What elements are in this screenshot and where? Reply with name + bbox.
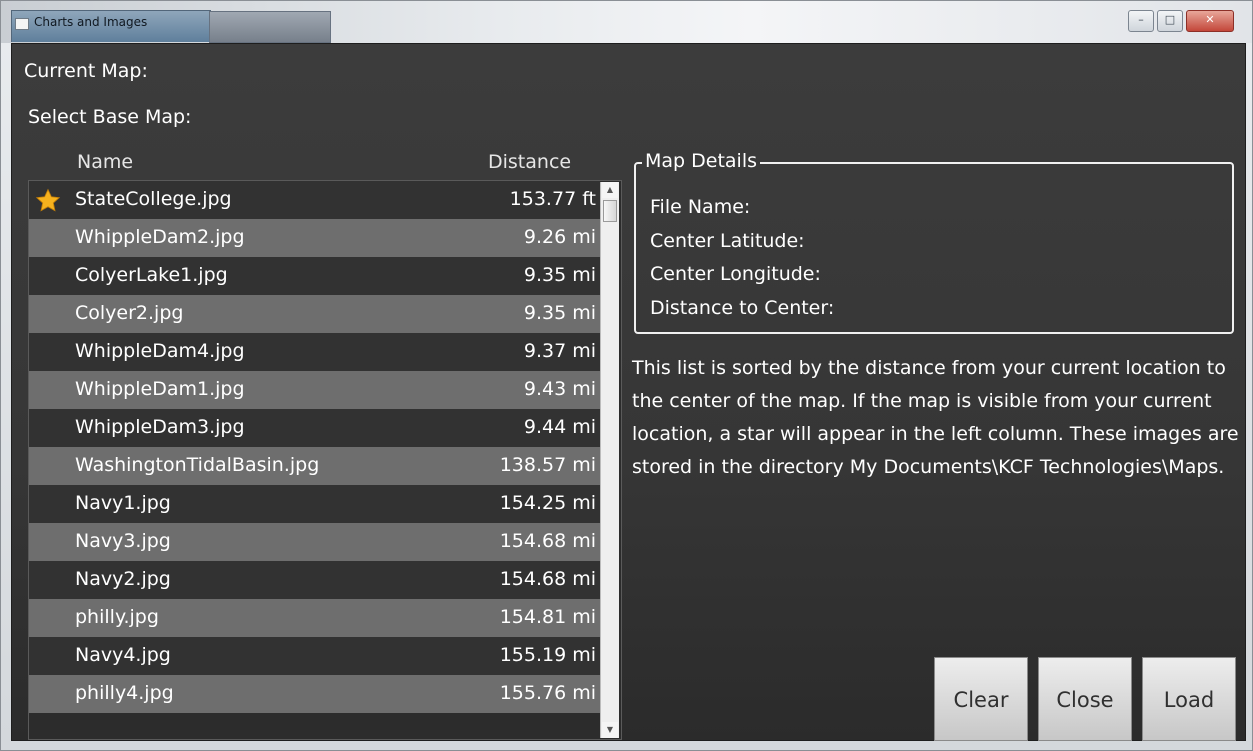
maximize-button[interactable]: □ (1157, 10, 1183, 32)
row-distance: 9.35 mi (523, 264, 596, 286)
map-list[interactable]: philly4.jpg 155.76 mi Navy4.jpg 155.19 mi ph… (28, 180, 622, 740)
map-details-legend: Map Details (642, 150, 761, 172)
list-row[interactable]: WhippleDam2.jpg 9.26 mi (29, 219, 600, 257)
app-icon (15, 18, 29, 30)
row-file-name: WhippleDam1.jpg (75, 378, 245, 400)
list-row[interactable]: philly.jpg 154.81 mi (29, 599, 600, 637)
row-distance: 138.57 mi (499, 454, 596, 476)
row-distance: 9.37 mi (523, 340, 596, 362)
list-row[interactable]: Colyer2.jpg 9.35 mi (29, 295, 600, 333)
row-file-name: WhippleDam2.jpg (75, 226, 245, 248)
row-distance: 155.19 mi (499, 644, 596, 666)
scroll-down-arrow-icon[interactable]: ▼ (602, 722, 618, 738)
select-base-map-label: Select Base Map: (28, 106, 192, 128)
list-row[interactable]: WhippleDam1.jpg 9.43 mi (29, 371, 600, 409)
row-file-name: StateCollege.jpg (75, 188, 232, 210)
current-map-label: Current Map: (24, 60, 148, 82)
row-file-name: WhippleDam3.jpg (75, 416, 245, 438)
list-row[interactable]: Navy4.jpg 155.19 mi (29, 637, 600, 675)
load-button[interactable]: Load (1142, 657, 1236, 741)
list-row[interactable]: philly4.jpg 155.76 mi (29, 675, 600, 713)
list-row[interactable]: Navy2.jpg 154.68 mi (29, 561, 600, 599)
app-window: Charts and Images – □ ✕ Current Map: Sel… (0, 0, 1253, 751)
row-file-name: Navy1.jpg (75, 492, 171, 514)
close-window-button[interactable]: ✕ (1186, 10, 1234, 32)
row-file-name: philly4.jpg (75, 682, 174, 704)
row-file-name: ColyerLake1.jpg (75, 264, 228, 286)
list-row[interactable]: WhippleDam4.jpg 9.37 mi (29, 333, 600, 371)
row-file-name: Colyer2.jpg (75, 302, 184, 324)
row-file-name: Navy3.jpg (75, 530, 171, 552)
list-row[interactable]: Navy1.jpg 154.25 mi (29, 485, 600, 523)
row-file-name: Navy4.jpg (75, 644, 171, 666)
row-file-name: philly.jpg (75, 606, 159, 628)
center-longitude-label: Center Longitude: (650, 263, 821, 285)
row-distance: 154.68 mi (499, 530, 596, 552)
list-row[interactable]: WhippleDam3.jpg 9.44 mi (29, 409, 600, 447)
row-distance: 154.25 mi (499, 492, 596, 514)
row-distance: 9.26 mi (523, 226, 596, 248)
close-button[interactable]: Close (1038, 657, 1132, 741)
row-distance: 155.76 mi (499, 682, 596, 704)
client-area: Current Map: Select Base Map: Name Dista… (11, 43, 1246, 741)
list-scrollbar[interactable]: ▲ ▼ (600, 182, 619, 738)
row-distance: 9.35 mi (523, 302, 596, 324)
title-bar[interactable]: Charts and Images – □ ✕ (1, 1, 1252, 43)
list-row[interactable]: ColyerLake1.jpg 9.35 mi (29, 257, 600, 295)
distance-to-center-label: Distance to Center: (650, 297, 835, 319)
list-row[interactable]: WashingtonTidalBasin.jpg 138.57 mi (29, 447, 600, 485)
row-distance: 153.77 ft (509, 188, 596, 210)
info-text: This list is sorted by the distance from… (632, 357, 1239, 478)
row-file-name: WhippleDam4.jpg (75, 340, 245, 362)
scroll-up-arrow-icon[interactable]: ▲ (602, 182, 618, 198)
row-file-name: Navy2.jpg (75, 568, 171, 590)
row-distance: 9.43 mi (523, 378, 596, 400)
center-latitude-label: Center Latitude: (650, 230, 805, 252)
row-distance: 154.81 mi (499, 606, 596, 628)
list-row[interactable]: Navy3.jpg 154.68 mi (29, 523, 600, 561)
row-distance: 9.44 mi (523, 416, 596, 438)
row-file-name: WashingtonTidalBasin.jpg (75, 454, 320, 476)
window-title: Charts and Images (34, 15, 148, 29)
row-distance: 154.68 mi (499, 568, 596, 590)
clear-button[interactable]: Clear (934, 657, 1028, 741)
list-row[interactable]: StateCollege.jpg 153.77 ft (29, 181, 600, 219)
minimize-button[interactable]: – (1128, 10, 1154, 32)
background-emblem (209, 11, 331, 43)
caption-buttons: – □ ✕ (1128, 10, 1234, 32)
column-header-name[interactable]: Name (77, 151, 133, 173)
scroll-thumb[interactable] (603, 200, 617, 222)
star-icon (35, 188, 61, 212)
file-name-label: File Name: (650, 196, 751, 218)
column-header-distance[interactable]: Distance (488, 151, 571, 173)
